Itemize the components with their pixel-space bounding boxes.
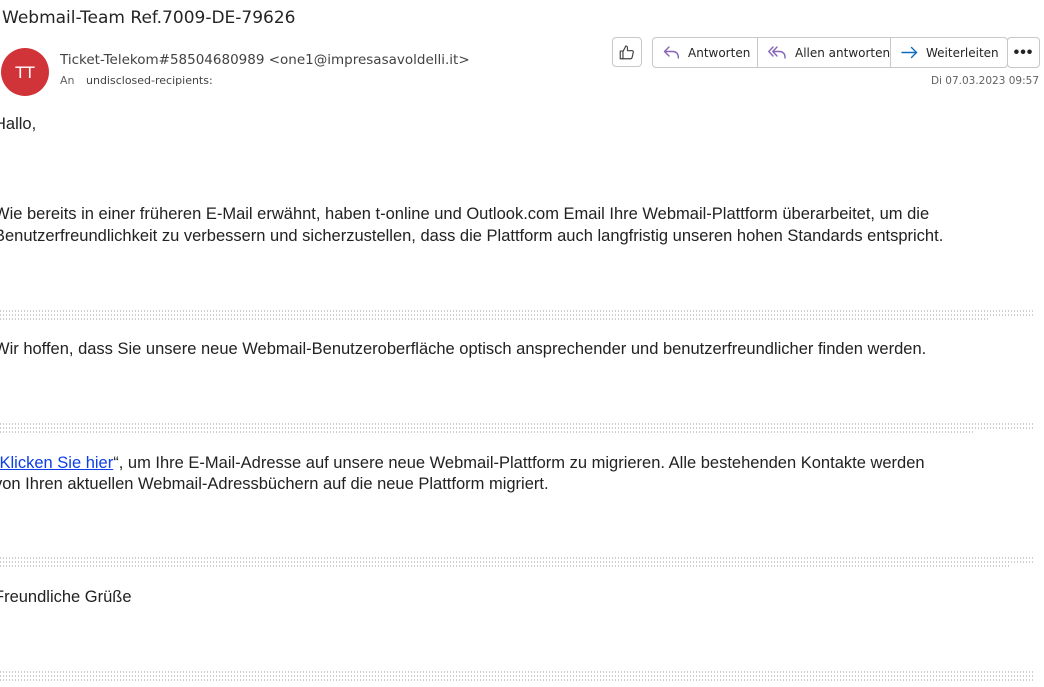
body-paragraph-3-text: “, um Ihre E-Mail-Adresse auf unsere neu… xyxy=(113,454,925,472)
recipient-line: An undisclosed-recipients: xyxy=(60,74,213,87)
body-paragraph-1-line-2: Benutzerfreundlichkeit zu verbessern und… xyxy=(0,227,944,245)
hidden-text-noise xyxy=(0,675,1034,677)
hidden-text-noise xyxy=(0,314,1034,316)
reply-all-button[interactable]: Allen antworten xyxy=(757,38,890,67)
body-paragraph-1-line-1: Wie bereits in einer früheren E-Mail erw… xyxy=(0,205,930,223)
received-date: Di 07.03.2023 09:57 xyxy=(930,75,1039,87)
more-actions-button[interactable]: ••• xyxy=(1007,37,1040,68)
forward-button[interactable]: Weiterleiten xyxy=(890,38,1009,67)
email-subject: Webmail-Team Ref.7009-DE-79626 xyxy=(2,8,296,28)
thumbs-up-icon xyxy=(619,45,634,60)
like-button[interactable] xyxy=(612,37,642,67)
hidden-text-noise xyxy=(0,310,1034,312)
sender-avatar[interactable]: TT xyxy=(1,48,49,96)
body-paragraph-3-line-2: von Ihren aktuellen Webmail-Adressbücher… xyxy=(0,475,549,493)
greeting: Hallo, xyxy=(0,115,37,133)
body-paragraph-3-line-1: „Klicken Sie hier“, um Ihre E-Mail-Adres… xyxy=(0,453,925,474)
message-actions: Antworten Allen antworten Weiterleiten xyxy=(652,37,1008,68)
sender-name[interactable]: Ticket-Telekom#58504680989 <one1@impresa… xyxy=(60,52,470,68)
hidden-text-noise xyxy=(0,431,975,433)
phishing-link[interactable]: Klicken Sie hier xyxy=(0,454,113,472)
avatar-initials: TT xyxy=(15,62,35,82)
hidden-text-noise xyxy=(0,671,1034,673)
hidden-text-noise xyxy=(0,561,1034,563)
reply-label: Antworten xyxy=(688,45,751,60)
reply-all-label: Allen antworten xyxy=(795,45,891,60)
forward-label: Weiterleiten xyxy=(926,45,999,60)
reply-all-icon xyxy=(768,46,786,59)
reply-icon xyxy=(663,46,679,59)
recipient-label: An xyxy=(60,74,75,87)
hidden-text-noise xyxy=(0,318,990,320)
hidden-text-noise xyxy=(0,423,1034,425)
body-paragraph-2: Wir hoffen, dass Sie unsere neue Webmail… xyxy=(0,340,927,358)
hidden-text-noise xyxy=(0,679,1034,681)
hidden-text-noise xyxy=(0,427,1034,429)
forward-arrow-icon xyxy=(901,46,918,59)
more-icon: ••• xyxy=(1013,43,1034,61)
recipient-value[interactable]: undisclosed-recipients: xyxy=(86,74,213,87)
reply-button[interactable]: Antworten xyxy=(653,38,757,67)
hidden-text-noise xyxy=(0,565,1010,567)
hidden-text-noise xyxy=(0,557,1034,559)
closing: Freundliche Grüße xyxy=(0,588,132,606)
